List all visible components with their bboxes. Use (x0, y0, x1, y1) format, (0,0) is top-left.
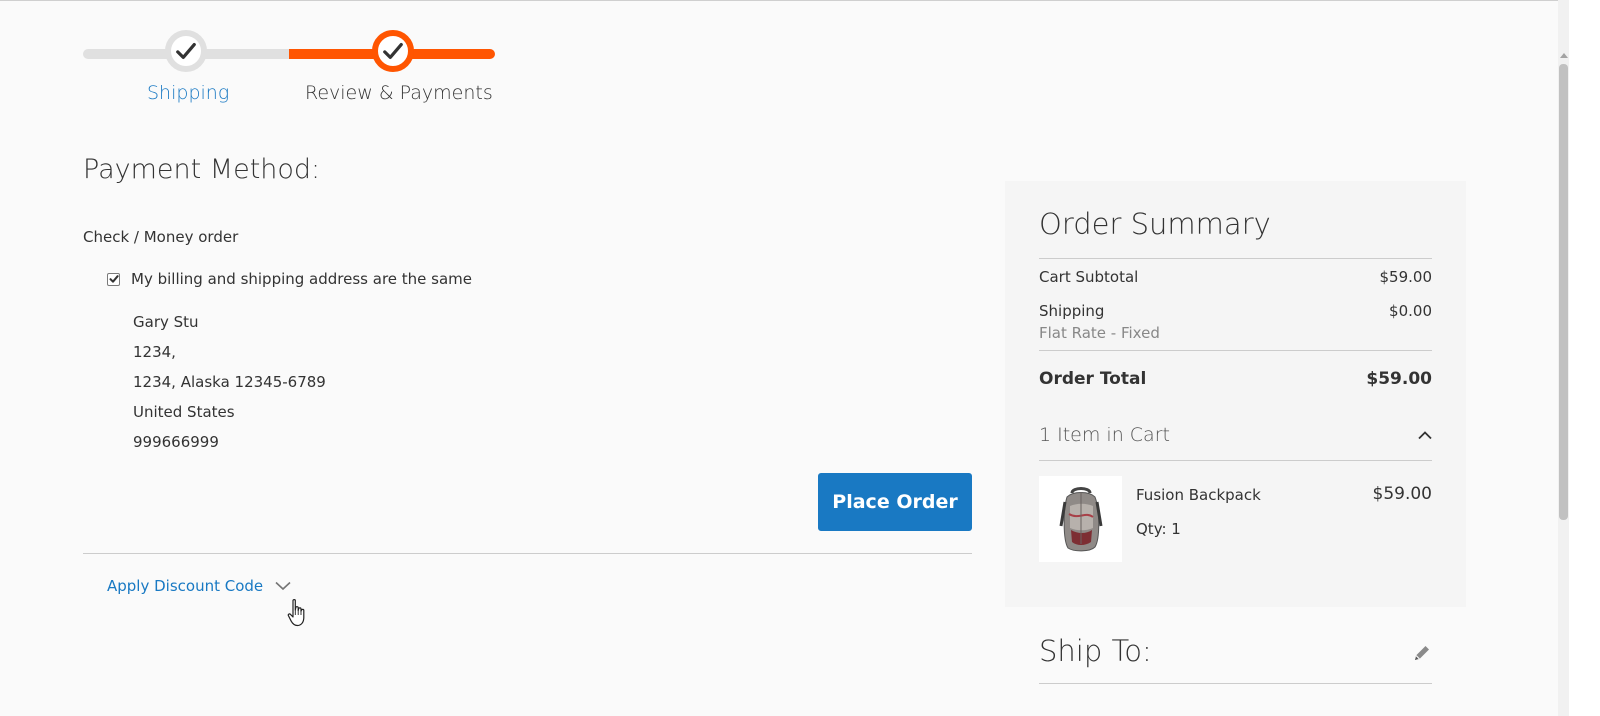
billing-address: Gary Stu 1234, 1234, Alaska 12345-6789 U… (133, 307, 326, 457)
payment-method-name[interactable]: Check / Money order (83, 228, 238, 246)
hand-cursor-icon (287, 599, 305, 627)
backpack-image (1059, 487, 1102, 552)
product-thumbnail[interactable] (1039, 476, 1122, 562)
items-in-cart-toggle[interactable]: 1 Item in Cart (1039, 424, 1432, 446)
address-line-street: 1234, (133, 343, 176, 361)
step-label-shipping[interactable]: Shipping (147, 82, 229, 104)
pencil-icon[interactable] (1412, 643, 1432, 663)
items-in-cart-label[interactable]: 1 Item in Cart (1039, 424, 1170, 446)
same-address-label[interactable]: My billing and shipping address are the … (131, 270, 472, 288)
shipping-label: Shipping (1039, 302, 1105, 320)
order-total-row: Order Total $59.00 (1039, 369, 1432, 389)
order-total-label: Order Total (1039, 369, 1147, 389)
step-circle-review (372, 30, 414, 72)
summary-divider (1039, 258, 1432, 259)
address-line-name: Gary Stu (133, 313, 199, 331)
product-price: $59.00 (1372, 484, 1432, 504)
cart-subtotal-value: $59.00 (1379, 268, 1433, 286)
summary-divider (1039, 350, 1432, 351)
payment-divider (83, 553, 972, 554)
address-line-phone: 999666999 (133, 433, 219, 451)
items-divider (1039, 460, 1432, 461)
payment-method-title: Payment Method: (83, 154, 321, 185)
address-line-city: 1234, Alaska 12345-6789 (133, 373, 326, 391)
cart-subtotal-row: Cart Subtotal $59.00 (1039, 268, 1432, 286)
ship-to-divider (1039, 683, 1432, 684)
same-address-row[interactable]: My billing and shipping address are the … (107, 270, 472, 288)
shipping-value: $0.00 (1389, 302, 1432, 320)
ship-to-title: Ship To: (1039, 634, 1152, 668)
checkbox-check-icon (109, 275, 119, 283)
place-order-button[interactable]: Place Order (818, 473, 972, 531)
product-name: Fusion Backpack (1136, 486, 1261, 504)
vertical-scrollbar[interactable] (1558, 0, 1569, 716)
apply-discount-toggle[interactable]: Apply Discount Code (107, 577, 291, 595)
scrollbar-thumb[interactable] (1559, 64, 1568, 520)
apply-discount-label[interactable]: Apply Discount Code (107, 577, 263, 595)
order-summary-title: Order Summary (1039, 207, 1271, 241)
chevron-down-icon[interactable] (275, 581, 291, 591)
top-border (0, 0, 1600, 1)
page-right-edge (1569, 0, 1600, 716)
check-icon (383, 42, 403, 60)
same-address-checkbox[interactable] (107, 272, 120, 286)
order-summary: Order Summary Cart Subtotal $59.00 Shipp… (1005, 181, 1466, 607)
shipping-row: Shipping $0.00 (1039, 302, 1432, 320)
cart-subtotal-label: Cart Subtotal (1039, 268, 1139, 286)
order-total-value: $59.00 (1366, 369, 1432, 389)
chevron-up-icon[interactable] (1418, 430, 1432, 440)
product-qty: Qty: 1 (1136, 520, 1181, 538)
scroll-up-arrow-icon[interactable] (1560, 53, 1568, 58)
step-circle-shipping[interactable] (165, 30, 207, 72)
shipping-method-label: Flat Rate - Fixed (1039, 324, 1160, 342)
step-label-review-payments: Review & Payments (305, 82, 493, 104)
address-line-country: United States (133, 403, 235, 421)
check-icon (176, 42, 196, 60)
checkout-progress-bar: Shipping Review & Payments (83, 24, 503, 114)
